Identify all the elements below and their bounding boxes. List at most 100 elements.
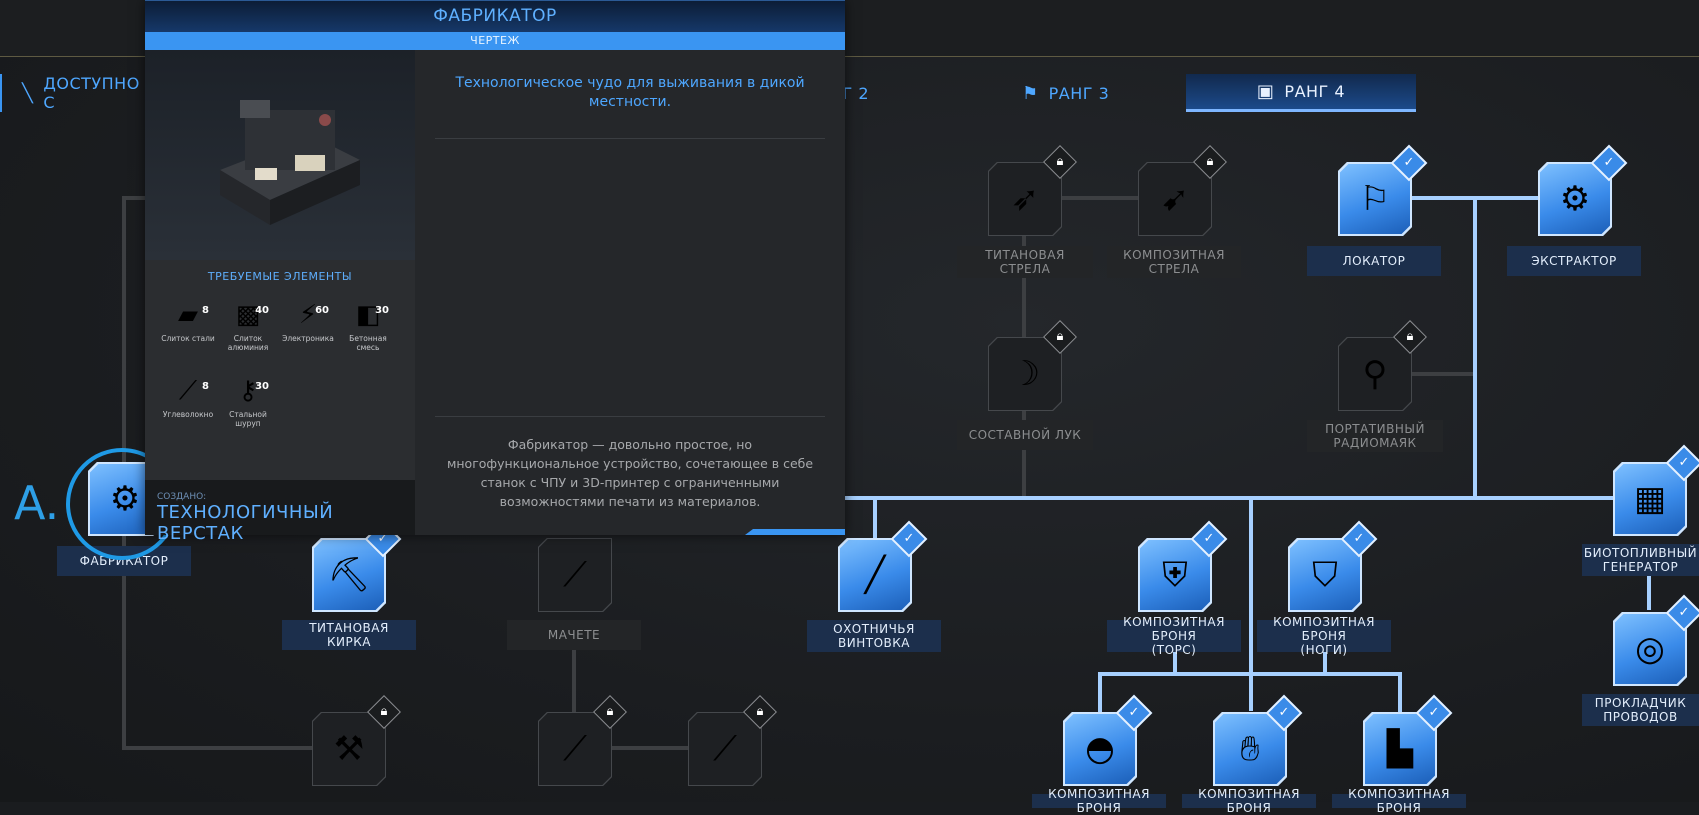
aluminum-ingot-icon: ▩ 40 bbox=[231, 298, 269, 332]
connector-unlocked bbox=[1249, 496, 1253, 711]
requirement-qty: 8 bbox=[202, 305, 209, 316]
requirement-qty: 30 bbox=[375, 305, 389, 316]
node-compound-bow[interactable]: ☽ 🔒︎ bbox=[988, 320, 1077, 411]
knife-item-icon: ⟋ bbox=[563, 729, 587, 769]
node-composite-armor-boots[interactable]: ▙ ✓ bbox=[1363, 694, 1453, 786]
node-label: КОМПОЗИТНАЯ БРОНЯ (НОГИ) bbox=[1257, 615, 1391, 657]
connector-unlocked bbox=[1412, 196, 1542, 200]
requirement-name: Слиток алюминия bbox=[227, 334, 269, 352]
divider bbox=[435, 138, 825, 139]
detail-panel: ФАБРИКАТОР ЧЕРТЕЖ ТРЕБУЕМЫЕ ЭЛЕМЕНТЫ ▰ 8 … bbox=[145, 0, 845, 544]
node-label: МАЧЕТЕ bbox=[507, 620, 641, 650]
requirement-name: Углеволокно bbox=[162, 410, 214, 419]
node-composite-armor-torso[interactable]: ⛨ ✓ bbox=[1138, 520, 1228, 612]
node-hunting-rifle[interactable]: ╱ ✓ bbox=[838, 520, 928, 612]
axe-item-icon: ⚒ bbox=[333, 729, 365, 769]
panel-right-column: Технологическое чудо для выживания в дик… bbox=[415, 50, 845, 535]
node-composite-armor-helmet[interactable]: ◓ ✓ bbox=[1063, 694, 1153, 786]
requirement-name: Бетонная смесь bbox=[349, 334, 387, 352]
flag-icon: ⚑ bbox=[1022, 82, 1039, 104]
extractor-item-icon: ⚙ bbox=[1559, 179, 1591, 219]
node-label: КОМПОЗИТНАЯ БРОНЯ bbox=[1182, 787, 1316, 815]
requirement-item[interactable]: ⚷ 30 Стальной шуруп bbox=[219, 374, 277, 444]
electronics-icon: ⚡︎ 60 bbox=[291, 298, 329, 332]
connector-unlocked bbox=[1398, 672, 1402, 712]
requirement-name: Слиток стали bbox=[161, 334, 215, 343]
panel-corner-accent bbox=[745, 529, 845, 535]
requirement-item[interactable]: ⚡︎ 60 Электроника bbox=[279, 298, 337, 368]
connector-unlocked bbox=[845, 496, 1675, 500]
node-axe[interactable]: ⚒ 🔒︎ bbox=[312, 695, 401, 786]
node-biofuel-generator[interactable]: ▦ ✓ bbox=[1613, 444, 1699, 536]
arrow-item-icon: ➶ bbox=[1010, 179, 1040, 219]
node-label: ПОРТАТИВНЫЙ РАДИОМАЯК bbox=[1307, 420, 1443, 452]
tab-available[interactable]: ╲ ДОСТУПНО С bbox=[0, 74, 155, 112]
armor-legs-item-icon: ⛉ bbox=[1312, 555, 1338, 595]
arrow-item-icon: ➹ bbox=[1160, 179, 1190, 219]
panel-left-column: ТРЕБУЕМЫЕ ЭЛЕМЕНТЫ ▰ 8 Слиток стали ▩ 40 С… bbox=[145, 50, 415, 544]
node-knife[interactable]: ⟋ 🔒︎ bbox=[538, 695, 627, 786]
divider bbox=[435, 416, 825, 417]
node-extractor[interactable]: ⚙ ✓ bbox=[1538, 144, 1628, 236]
node-label: КОМПОЗИТНАЯ БРОНЯ bbox=[1032, 787, 1166, 815]
node-composite-armor-legs[interactable]: ⛉ ✓ bbox=[1288, 520, 1378, 612]
crafted-label: СОЗДАНО: bbox=[157, 492, 207, 502]
panel-subtitle: ЧЕРТЕЖ bbox=[145, 32, 845, 50]
node-label: КОМПОЗИТНАЯ СТРЕЛА bbox=[1107, 246, 1241, 278]
node-label: ЛОКАТОР bbox=[1307, 246, 1441, 276]
pickaxe-item-icon: ⛏ bbox=[327, 555, 371, 595]
requirement-item[interactable]: ▩ 40 Слиток алюминия bbox=[219, 298, 277, 368]
node-label: ЭКСТРАКТОР bbox=[1507, 246, 1641, 276]
arrow-icon: ╲ bbox=[22, 82, 34, 104]
connector-unlocked bbox=[1647, 570, 1651, 610]
requirement-name: Электроника bbox=[282, 334, 334, 343]
armor-torso-item-icon: ⛨ bbox=[1162, 555, 1188, 595]
carbon-fiber-icon: ⟋ 8 bbox=[171, 374, 209, 408]
node-label: КОМПОЗИТНАЯ БРОНЯ bbox=[1332, 787, 1466, 815]
node-titanium-arrow[interactable]: ➶ 🔒︎ bbox=[988, 145, 1077, 236]
beacon-item-icon: ⚲ bbox=[1362, 354, 1388, 394]
requirement-item[interactable]: ⟋ 8 Углеволокно bbox=[159, 374, 217, 444]
generator-item-icon: ▦ bbox=[1633, 479, 1667, 519]
tab-rank-4[interactable]: ▣ РАНГ 4 bbox=[1186, 74, 1416, 112]
node-label: КОМПОЗИТНАЯ БРОНЯ (ТОРС) bbox=[1107, 615, 1241, 657]
requirement-qty: 30 bbox=[255, 381, 269, 392]
long-description: Фабрикатор — довольно простое, но многоф… bbox=[446, 437, 814, 509]
item-preview bbox=[145, 50, 415, 260]
wire-item-icon: ◎ bbox=[1635, 629, 1665, 669]
crafted-value: ТЕХНОЛОГИЧНЫЙ ВЕРСТАК bbox=[157, 502, 334, 544]
node-wire-layer[interactable]: ◎ ✓ bbox=[1613, 594, 1699, 686]
concrete-mix-icon: ◧ 30 bbox=[351, 298, 389, 332]
node-label: ТИТАНОВАЯ СТРЕЛА bbox=[957, 246, 1093, 278]
requirement-item[interactable]: ▰ 8 Слиток стали bbox=[159, 298, 217, 368]
tab-available-label: ДОСТУПНО С bbox=[43, 74, 140, 112]
connector bbox=[122, 746, 322, 750]
requirement-qty: 40 bbox=[255, 305, 269, 316]
requirements-section: ТРЕБУЕМЫЕ ЭЛЕМЕНТЫ ▰ 8 Слиток стали ▩ 40 С… bbox=[145, 260, 415, 480]
machete-item-icon: ⟋ bbox=[563, 555, 587, 595]
arms-item-icon: ✋︎ bbox=[1240, 729, 1260, 769]
node-knife-2[interactable]: ⟋ 🔒︎ bbox=[688, 695, 777, 786]
connector-unlocked bbox=[1098, 672, 1102, 712]
steel-ingot-icon: ▰ 8 bbox=[171, 298, 209, 332]
node-composite-arrow[interactable]: ➹ 🔒︎ bbox=[1138, 145, 1227, 236]
requirement-name: Стальной шуруп bbox=[229, 410, 267, 428]
node-portable-beacon[interactable]: ⚲ 🔒︎ bbox=[1338, 320, 1427, 411]
helmet-item-icon: ◓ bbox=[1085, 729, 1115, 769]
node-label: ОХОТНИЧЬЯ ВИНТОВКА bbox=[807, 620, 941, 652]
bow-item-icon: ☽ bbox=[1009, 354, 1041, 394]
node-machete[interactable]: ⟋ bbox=[538, 538, 612, 612]
short-description: Технологическое чудо для выживания в дик… bbox=[455, 75, 805, 110]
node-locator[interactable]: ⚐ ✓ bbox=[1338, 144, 1428, 236]
requirement-item[interactable]: ◧ 30 Бетонная смесь bbox=[339, 298, 397, 368]
steel-screw-icon: ⚷ 30 bbox=[231, 374, 269, 408]
briefcase-icon: ▣ bbox=[1256, 81, 1275, 102]
node-composite-armor-arms[interactable]: ✋︎ ✓ bbox=[1213, 694, 1303, 786]
node-titanium-pickaxe[interactable]: ⛏ ✓ bbox=[312, 520, 402, 612]
connector-unlocked bbox=[1098, 672, 1402, 676]
connector bbox=[1060, 196, 1140, 200]
tab-rank-3[interactable]: ⚑ РАНГ 3 bbox=[1022, 74, 1109, 112]
connector-unlocked bbox=[873, 496, 877, 540]
node-label: СОСТАВНОЙ ЛУК bbox=[957, 420, 1093, 450]
tab-rank-3-label: РАНГ 3 bbox=[1048, 83, 1110, 103]
